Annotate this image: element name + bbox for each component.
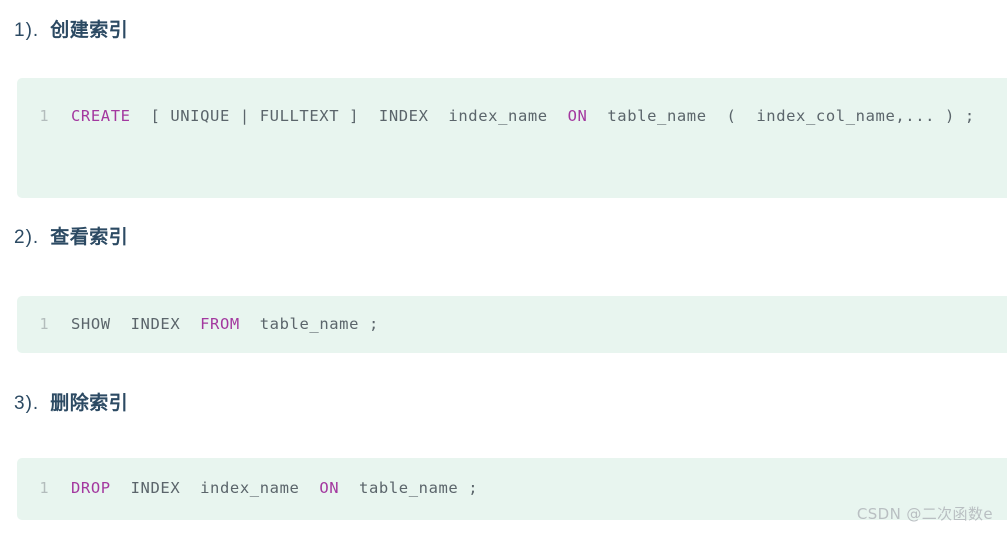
sql-text: table_name ; [339, 479, 479, 497]
sql-keyword: ON [319, 479, 340, 497]
sql-text: table_name ( index_col_name,... ) ; [587, 107, 975, 125]
section-heading-2: 2). 查看索引 [14, 224, 128, 251]
section-number-3: 3). [14, 393, 40, 414]
section-number-2: 2). [14, 227, 40, 248]
code-block-show-index[interactable]: 1 SHOW INDEX FROM table_name ; [17, 296, 1007, 353]
sql-text: index_name [428, 107, 568, 125]
code-text-show-index[interactable]: SHOW INDEX FROM table_name ; [71, 309, 1007, 340]
code-row: 1 SHOW INDEX FROM table_name ; [17, 296, 1007, 353]
section-title-2: 查看索引 [50, 226, 129, 248]
code-line-number: 1 [39, 315, 49, 333]
sql-keyword: CREATE [71, 107, 131, 125]
code-text-create-index[interactable]: CREATE [ UNIQUE | FULLTEXT ] INDEX index… [71, 94, 1007, 138]
sql-text: table_name ; [239, 315, 379, 333]
code-line-number: 1 [39, 479, 49, 497]
sql-text: INDEX index_name [110, 479, 320, 497]
code-row: 1 CREATE [ UNIQUE | FULLTEXT ] INDEX ind… [17, 78, 1007, 154]
section-number-1: 1). [14, 20, 40, 41]
article-content-area: 1). 创建索引 1 CREATE [ UNIQUE | FULLTEXT ] I… [0, 0, 1007, 533]
sql-text: [ UNIQUE | FULLTEXT ] [130, 107, 379, 125]
section-heading-3: 3). 删除索引 [14, 390, 128, 417]
section-heading-1: 1). 创建索引 [14, 17, 128, 44]
code-text-drop-index[interactable]: DROP INDEX index_name ON table_name ; [71, 473, 1007, 504]
sql-keyword: DROP [71, 479, 111, 497]
section-title-3: 删除索引 [50, 392, 129, 414]
code-block-create-index[interactable]: 1 CREATE [ UNIQUE | FULLTEXT ] INDEX ind… [17, 78, 1007, 198]
sql-keyword: FROM [200, 315, 240, 333]
csdn-watermark: CSDN @二次函数e [856, 505, 993, 523]
sql-text: INDEX [378, 107, 429, 125]
code-line-number: 1 [39, 107, 49, 125]
section-title-1: 创建索引 [50, 19, 129, 41]
sql-keyword: ON [567, 107, 588, 125]
sql-text: SHOW INDEX [71, 315, 201, 333]
